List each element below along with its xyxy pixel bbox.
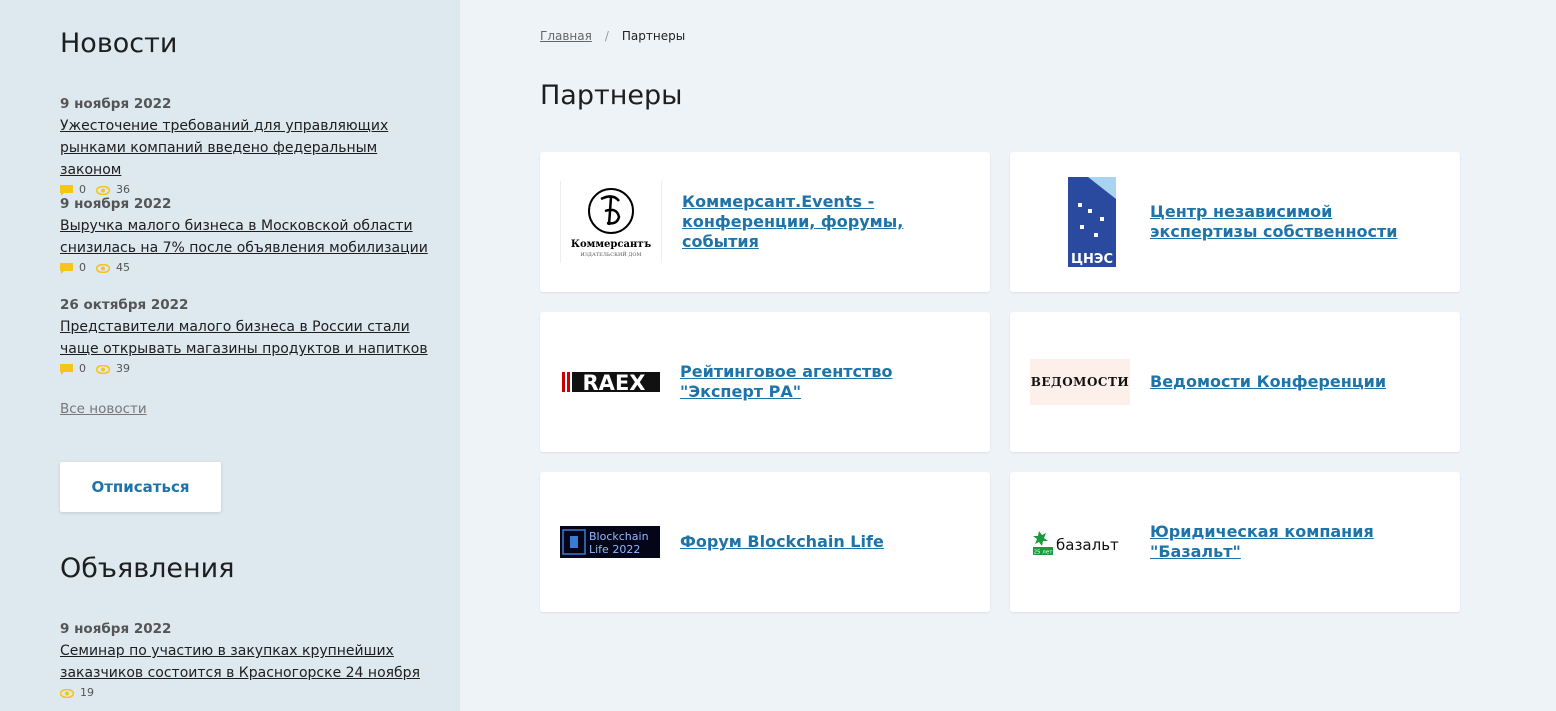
comments-count: 0	[60, 362, 86, 376]
partner-logo-vedomosti[interactable]: ВЕДОМОСТИ	[1030, 337, 1130, 427]
comment-icon	[60, 262, 73, 274]
breadcrumb-separator: /	[604, 29, 609, 43]
partner-link[interactable]: Юридическая компания "Базальт"	[1150, 522, 1440, 562]
news-link[interactable]: Ужесточение требований для управляющих р…	[60, 115, 430, 181]
partner-card: RAEX Рейтинговое агентство "Эксперт РА"	[540, 312, 990, 452]
ad-link[interactable]: Семинар по участию в закупках крупнейших…	[60, 640, 430, 684]
partner-logo-kommersant[interactable]: Коммерсантъ ИЗДАТЕЛЬСКИЙ ДОМ	[560, 181, 662, 263]
eye-icon	[96, 364, 110, 374]
partner-logo-blockchain[interactable]: Blockchain Life 2022	[560, 497, 660, 587]
blockchain-logo-subtext: Life 2022	[589, 543, 640, 556]
bazalt-logo-text: базальт	[1056, 536, 1119, 554]
partner-link[interactable]: Центр независимой экспертизы собственнос…	[1150, 202, 1440, 242]
news-link[interactable]: Выручка малого бизнеса в Московской обла…	[60, 215, 430, 259]
comments-count: 0	[60, 261, 86, 275]
kommersant-logo-subtext: ИЗДАТЕЛЬСКИЙ ДОМ	[580, 250, 641, 258]
news-stats: 0 39	[60, 362, 430, 376]
views-count: 45	[96, 261, 130, 275]
news-date: 26 октября 2022	[60, 297, 189, 313]
news-link[interactable]: Представители малого бизнеса в России ст…	[60, 316, 430, 360]
partner-card: ВЕДОМОСТИ Ведомости Конференции	[1010, 312, 1460, 452]
eye-icon	[60, 688, 74, 698]
news-section-title: Новости	[60, 28, 178, 59]
bazalt-logo-icon: 25 лет базальт	[1033, 531, 1119, 556]
kommersant-logo-icon: Коммерсантъ ИЗДАТЕЛЬСКИЙ ДОМ	[571, 188, 652, 258]
partner-link[interactable]: Коммерсант.Events - конференции, форумы,…	[682, 192, 970, 252]
partner-logo-raex[interactable]: RAEX	[560, 337, 660, 427]
partner-link[interactable]: Форум Blockchain Life	[680, 532, 884, 552]
building-logo-icon: ЦНЭС	[1068, 177, 1116, 267]
news-date: 9 ноября 2022	[60, 96, 172, 112]
ad-stats: 19	[60, 686, 430, 700]
ad-item: 9 ноября 2022 Семинар по участию в закуп…	[60, 620, 430, 700]
views-count: 19	[60, 686, 94, 700]
all-news-link[interactable]: Все новости	[60, 401, 147, 417]
eye-icon	[96, 263, 110, 273]
breadcrumb: Главная / Партнеры	[540, 29, 685, 43]
partner-link[interactable]: Ведомости Конференции	[1150, 372, 1386, 392]
news-item: 26 октября 2022 Представители малого биз…	[60, 296, 430, 376]
views-count: 39	[96, 362, 130, 376]
sidebar: Новости 9 ноября 2022 Ужесточение требов…	[0, 0, 460, 711]
breadcrumb-current: Партнеры	[621, 29, 686, 43]
news-item: 9 ноября 2022 Ужесточение требований для…	[60, 95, 430, 197]
news-stats: 0 45	[60, 261, 430, 275]
vedomosti-logo-icon: ВЕДОМОСТИ	[1030, 359, 1130, 405]
eye-icon	[96, 185, 110, 195]
partner-card: ЦНЭС Центр независимой экспертизы собств…	[1010, 152, 1460, 292]
comment-icon	[60, 184, 73, 196]
bazalt-logo-badge: 25 лет	[1034, 550, 1054, 556]
ads-section-title: Объявления	[60, 553, 235, 584]
kommersant-logo-text: Коммерсантъ	[571, 239, 652, 250]
comment-icon	[60, 363, 73, 375]
partner-logo-cnes[interactable]: ЦНЭС	[1030, 177, 1130, 267]
page-title: Партнеры	[540, 80, 683, 111]
partner-logo-bazalt[interactable]: 25 лет базальт	[1030, 497, 1130, 587]
breadcrumb-home-link[interactable]: Главная	[540, 29, 592, 43]
raex-logo-text: RAEX	[583, 371, 646, 395]
partner-link[interactable]: Рейтинговое агентство "Эксперт РА"	[680, 362, 970, 402]
partner-card: 25 лет базальт Юридическая компания "Баз…	[1010, 472, 1460, 612]
partner-card: Коммерсантъ ИЗДАТЕЛЬСКИЙ ДОМ Коммерсант.…	[540, 152, 990, 292]
partner-card: Blockchain Life 2022 Форум Blockchain Li…	[540, 472, 990, 612]
cnes-logo-text: ЦНЭС	[1071, 252, 1113, 267]
blockchain-logo-icon: Blockchain Life 2022	[560, 526, 660, 558]
vedomosti-logo-text: ВЕДОМОСТИ	[1030, 375, 1130, 389]
news-date: 9 ноября 2022	[60, 196, 172, 212]
raex-logo-icon: RAEX	[562, 371, 660, 395]
news-item: 9 ноября 2022 Выручка малого бизнеса в М…	[60, 195, 430, 275]
blockchain-logo-text: Blockchain	[589, 530, 649, 543]
unsubscribe-button[interactable]: Отписаться	[60, 462, 221, 512]
ad-date: 9 ноября 2022	[60, 621, 172, 637]
